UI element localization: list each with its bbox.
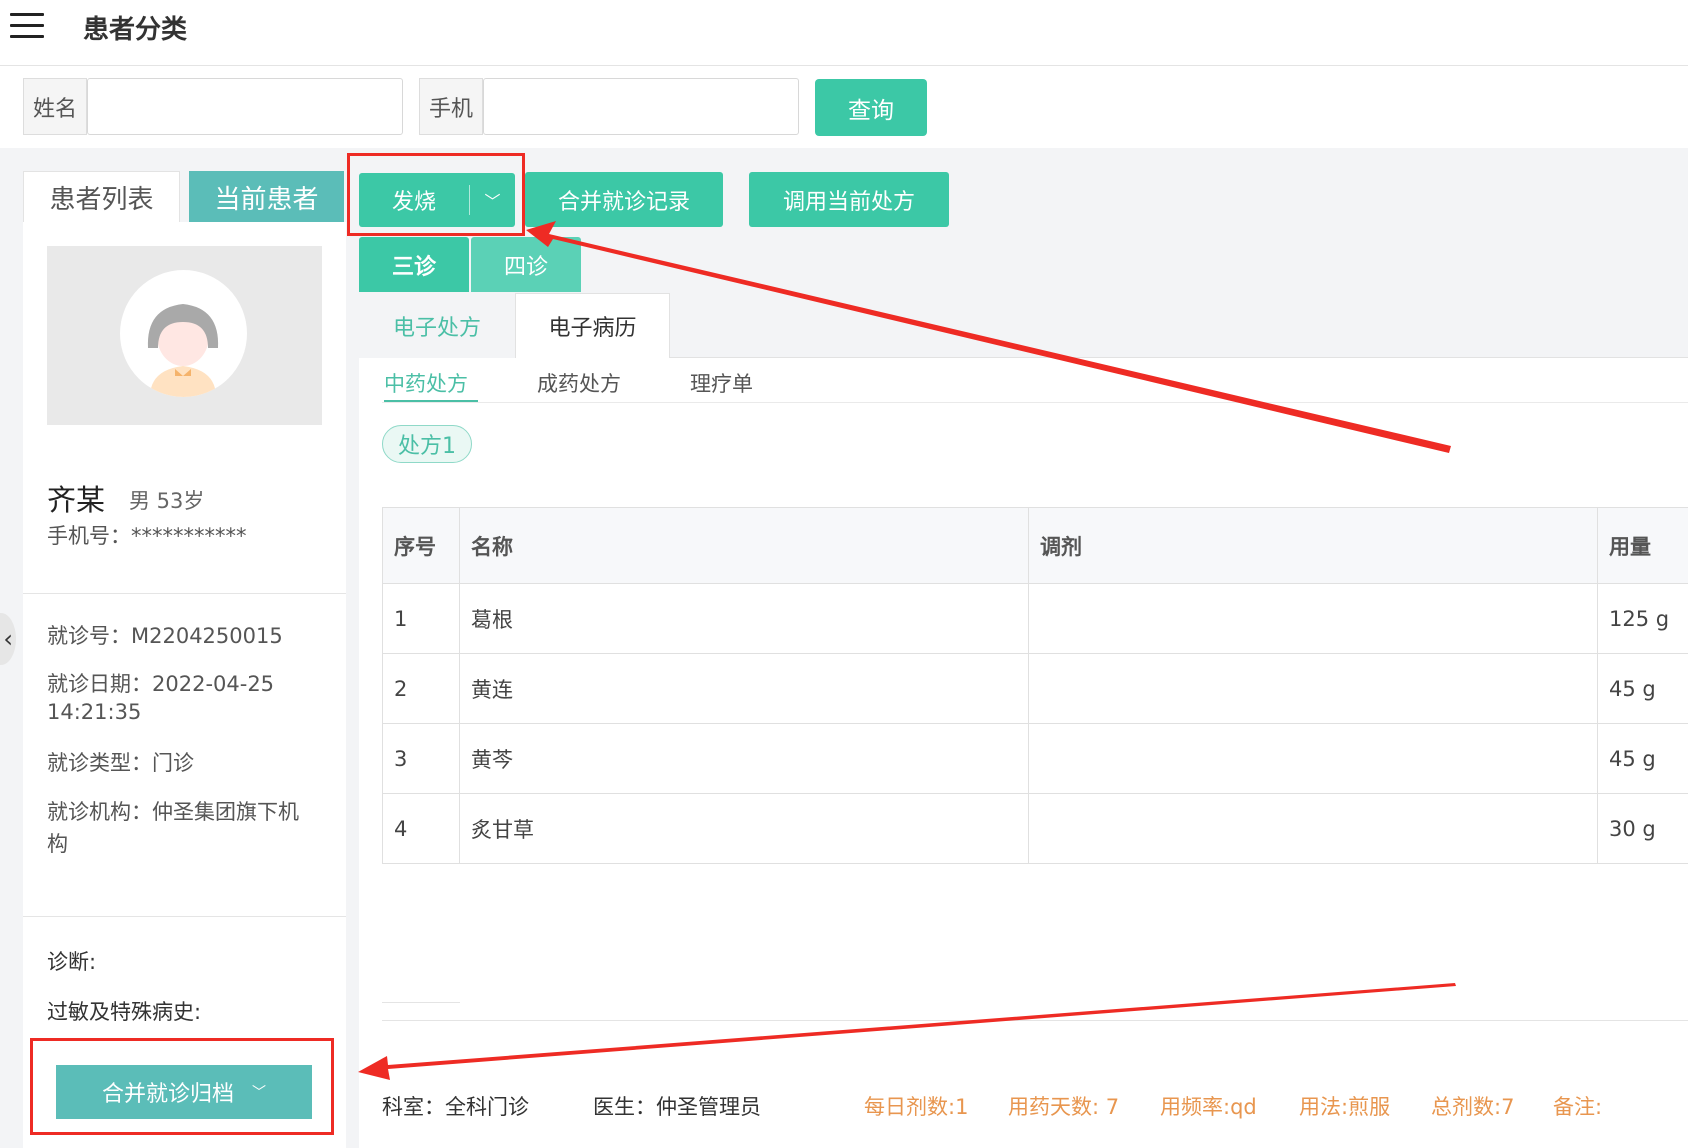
category-button[interactable]: 发烧: [359, 173, 469, 227]
institution-value-cont: 构: [47, 832, 68, 856]
visit-no-value: M2204250015: [131, 624, 283, 648]
cell-dosage: 30 g: [1597, 793, 1688, 864]
col-header-index: 序号: [382, 507, 460, 584]
herb-table: 序号 名称 调剂 用量 1 葛根 125 g 2 黄连 45 g 3 黄芩 45…: [382, 507, 1688, 864]
phone-row-value: ***********: [131, 524, 247, 548]
cell-index: 4: [382, 793, 460, 864]
prescription-tag[interactable]: 处方1: [382, 425, 472, 463]
col-header-dosage: 用量: [1597, 507, 1688, 584]
institution-row: 就诊机构：仲圣集团旗下机: [47, 796, 299, 826]
col-header-name: 名称: [459, 507, 1029, 584]
tab-e-medical-record[interactable]: 电子病历: [515, 293, 670, 358]
visit-type-label: 就诊类型：: [47, 751, 152, 775]
tab-visit-4[interactable]: 四诊: [471, 237, 581, 292]
name-input[interactable]: [87, 78, 403, 135]
footer-remark: 备注:: [1553, 1095, 1603, 1119]
merge-archive-label: 合并就诊归档: [101, 1082, 234, 1107]
top-bar: 患者分类: [0, 0, 1688, 66]
search-bar: 姓名 手机 查询: [0, 66, 1688, 148]
allergy-label: 过敏及特殊病史:: [47, 1000, 202, 1024]
query-button[interactable]: 查询: [815, 79, 927, 136]
phone-label: 手机: [419, 78, 483, 135]
cell-dosage: 45 g: [1597, 653, 1688, 724]
cell-name: 炙甘草: [459, 793, 1029, 864]
visit-type-value: 门诊: [152, 751, 194, 775]
table-row: 1 葛根 125 g: [382, 583, 1688, 654]
institution-value: 仲圣集团旗下机: [152, 800, 299, 824]
cell-name: 黄芩: [459, 723, 1029, 794]
visit-date-row: 就诊日期：2022-04-25: [47, 668, 274, 698]
table-row: 3 黄芩 45 g: [382, 723, 1688, 794]
cell-index: 1: [382, 583, 460, 654]
divider: [23, 593, 346, 594]
subtab-therapy[interactable]: 理疗单: [690, 368, 753, 403]
cell-dispense: [1028, 583, 1598, 654]
tab-e-prescription[interactable]: 电子处方: [359, 293, 515, 358]
tab-visit-3[interactable]: 三诊: [359, 237, 469, 292]
phone-input[interactable]: [483, 78, 799, 135]
footer-daily-doses: 每日剂数:1: [864, 1095, 969, 1119]
avatar: [47, 246, 322, 425]
diagnosis-label: 诊断:: [47, 950, 97, 974]
institution-label: 就诊机构：: [47, 800, 152, 824]
patient-name: 齐某: [47, 483, 106, 517]
cell-dispense: [1028, 653, 1598, 724]
footer-total-doses: 总剂数:7: [1431, 1095, 1515, 1119]
table-header-row: 序号 名称 调剂 用量: [382, 507, 1688, 584]
merge-archive-button[interactable]: 合并就诊归档 ﹀: [56, 1065, 312, 1119]
footer-days: 用药天数: 7: [1008, 1095, 1120, 1119]
phone-row: 手机号：***********: [47, 520, 247, 550]
visit-type-row: 就诊类型：门诊: [47, 747, 194, 777]
divider: [23, 916, 346, 917]
patient-gender-age: 男 53岁: [129, 489, 205, 513]
tab-current-patient[interactable]: 当前患者: [189, 171, 344, 223]
visit-no-row: 就诊号：M2204250015: [47, 620, 283, 650]
merge-records-button[interactable]: 合并就诊记录: [525, 172, 723, 227]
tab-patient-list[interactable]: 患者列表: [23, 171, 180, 223]
cell-dosage: 45 g: [1597, 723, 1688, 794]
cell-dispense: [1028, 723, 1598, 794]
footer-doctor: 医生：仲圣管理员: [593, 1095, 761, 1119]
table-row: 2 黄连 45 g: [382, 653, 1688, 724]
chevron-down-icon: ﹀: [252, 1085, 266, 1101]
cell-name: 黄连: [459, 653, 1029, 724]
col-header-dispense: 调剂: [1028, 507, 1598, 584]
cell-dosage: 125 g: [1597, 583, 1688, 654]
category-split-button[interactable]: 发烧 ﹀: [359, 173, 515, 227]
footer-frequency: 用频率:qd: [1160, 1095, 1257, 1119]
cell-index: 2: [382, 653, 460, 724]
visit-time: 14:21:35: [47, 700, 142, 724]
visit-date-label: 就诊日期：: [47, 672, 152, 696]
page-title: 患者分类: [83, 15, 188, 45]
subtab-underline: [382, 402, 1688, 403]
visit-date-value: 2022-04-25: [152, 672, 275, 696]
cell-index: 3: [382, 723, 460, 794]
cell-dispense: [1028, 793, 1598, 864]
avatar-icon: [120, 270, 247, 397]
cell-name: 葛根: [459, 583, 1029, 654]
phone-row-label: 手机号：: [47, 524, 131, 548]
divider: [382, 1020, 1688, 1021]
divider: [382, 1002, 460, 1003]
subtab-herbal[interactable]: 中药处方: [384, 368, 478, 403]
footer-usage: 用法:煎服: [1299, 1095, 1391, 1119]
footer-department: 科室：全科门诊: [382, 1095, 529, 1119]
table-row: 4 炙甘草 30 g: [382, 793, 1688, 864]
name-label: 姓名: [23, 78, 87, 135]
subtab-patent[interactable]: 成药处方: [537, 368, 621, 403]
visit-no-label: 就诊号：: [47, 624, 131, 648]
menu-icon[interactable]: [10, 12, 44, 40]
use-prescription-button[interactable]: 调用当前处方: [749, 172, 949, 227]
chevron-down-icon[interactable]: ﹀: [470, 173, 515, 227]
